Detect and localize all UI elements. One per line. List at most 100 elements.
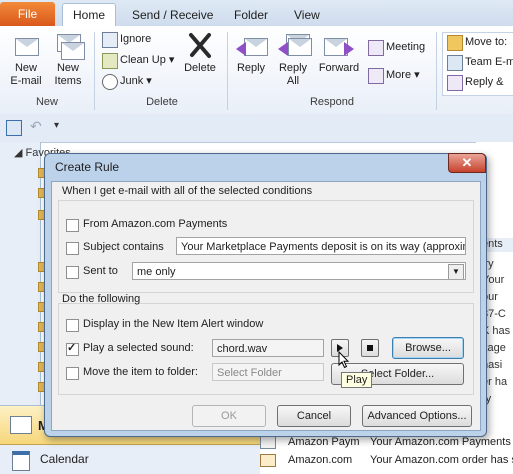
folder-icon [447,35,463,51]
stop-icon [367,345,373,351]
cancel-button[interactable]: Cancel [277,405,351,427]
send-receive-icon[interactable] [6,120,22,136]
junk-button[interactable]: Junk ▾ [100,72,152,90]
delete-icon [185,30,215,60]
row-from: Amazon Paym [288,436,360,448]
nav-calendar-label: Calendar [40,452,89,466]
create-rule-dialog: Create Rule When I get e-mail with all o… [44,153,487,437]
ignore-label: Ignore [120,33,152,45]
calendar-icon [12,451,30,471]
message-list-bottom: Amazon Paym Your Amazon.com Payments dep… [260,434,513,473]
from-label: From Amazon.com Payments [83,218,228,230]
reply-all-icon [278,30,312,60]
forward-button[interactable]: Forward [316,30,362,75]
sent-to-checkbox[interactable] [66,266,79,279]
junk-icon [102,74,118,90]
quick-step-reply-delete[interactable]: Reply & [445,73,504,91]
group-label-delete: Delete [146,96,178,108]
ribbon-tab-bar: File Home Send / Receive Folder View [0,0,513,28]
move-checkbox[interactable] [66,367,79,380]
reply-all-button[interactable]: Reply All [274,30,312,88]
group-separator [94,32,95,110]
new-items-label: New Items [54,62,82,87]
ribbon: New E-mail New Items New Ignore Clean Up… [0,26,513,115]
more-button[interactable]: More ▾ [366,66,420,84]
quick-access-toolbar: ↶ ▾ [0,114,513,143]
quick-steps-gallery: Move to: Team E-m Reply & [442,32,513,96]
new-items-icon [53,30,85,60]
mouse-cursor-icon [338,351,350,369]
subject-field[interactable]: Your Marketplace Payments deposit is on … [176,237,466,255]
close-button[interactable]: ✕ [448,153,486,173]
new-email-label: New E-mail [10,62,42,87]
reply-all-label: Reply All [278,62,308,87]
reply-icon [236,30,268,60]
sent-to-label: Sent to [83,265,118,277]
team-email-icon [447,55,463,71]
browse-button[interactable]: Browse... [392,337,464,359]
tab-home[interactable]: Home [62,3,117,28]
reply-label: Reply [236,62,266,74]
sound-label: Play a selected sound: [83,342,194,354]
alert-checkbox[interactable] [66,319,79,332]
conditions-legend: When I get e-mail with all of the select… [62,185,313,197]
new-email-icon [11,30,41,60]
dialog-body: When I get e-mail with all of the select… [51,181,481,431]
tab-file[interactable]: File [0,2,55,26]
alert-label: Display in the New Item Alert window [83,318,264,330]
stop-button[interactable] [361,339,379,357]
envelope-icon [260,436,276,449]
quick-step-team-email[interactable]: Team E-m [445,53,513,71]
actions-legend: Do the following [62,293,141,305]
ok-button[interactable]: OK [192,405,266,427]
move-folder-field[interactable]: Select Folder [212,363,324,381]
forward-label: Forward [318,62,360,74]
play-tooltip: Play [341,372,373,388]
move-label: Move the item to folder: [83,366,198,378]
more-label: More [386,69,412,81]
quick-step-move-to[interactable]: Move to: [445,33,507,51]
tab-send-receive[interactable]: Send / Receive [122,4,223,26]
tab-folder[interactable]: Folder [224,4,278,26]
meeting-icon [368,40,384,56]
customize-qat-icon[interactable]: ▾ [54,120,59,131]
nav-calendar[interactable]: Calendar [0,446,260,472]
subject-label: Subject contains [83,241,164,253]
new-items-button[interactable]: New Items [48,30,88,88]
mail-icon [10,416,32,434]
clean-up-button[interactable]: Clean Up ▾ [100,51,174,69]
group-label-new: New [35,96,58,108]
sent-to-value: me only [137,266,176,278]
ignore-icon [102,32,118,48]
sound-checkbox[interactable] [66,341,79,356]
table-row[interactable]: Amazon.com Your Amazon.com order has shi… [260,452,513,469]
meeting-button[interactable]: Meeting [366,38,425,56]
reply-delete-icon [447,75,463,91]
tab-view[interactable]: View [284,4,330,26]
group-separator [436,32,437,110]
ignore-button[interactable]: Ignore [100,30,151,48]
undo-icon[interactable]: ↶ [30,118,42,135]
sent-to-select[interactable]: me only ▼ [132,262,466,280]
chevron-down-icon[interactable]: ▼ [448,264,464,279]
new-email-button[interactable]: New E-mail [6,30,46,88]
sound-field[interactable]: chord.wav [212,339,324,357]
meeting-label: Meeting [386,41,426,53]
team-email-label: Team E-m [465,56,513,68]
move-to-label: Move to: [465,36,508,48]
delete-label: Delete [184,62,216,74]
row-subject: Your Amazon.com Payments depo [370,436,513,448]
dialog-title: Create Rule [55,160,120,174]
clean-up-icon [102,53,118,69]
row-from: Amazon.com [288,454,353,466]
forward-icon [324,30,354,60]
group-separator [227,32,228,110]
delete-button[interactable]: Delete [180,30,220,75]
advanced-options-button[interactable]: Advanced Options... [362,405,472,427]
reply-button[interactable]: Reply [232,30,270,75]
from-checkbox[interactable] [66,219,79,232]
more-icon [368,68,384,84]
subject-checkbox[interactable] [66,242,79,255]
row-subject: Your Amazon.com order has shipp [370,454,513,466]
envelope-icon [260,454,276,467]
